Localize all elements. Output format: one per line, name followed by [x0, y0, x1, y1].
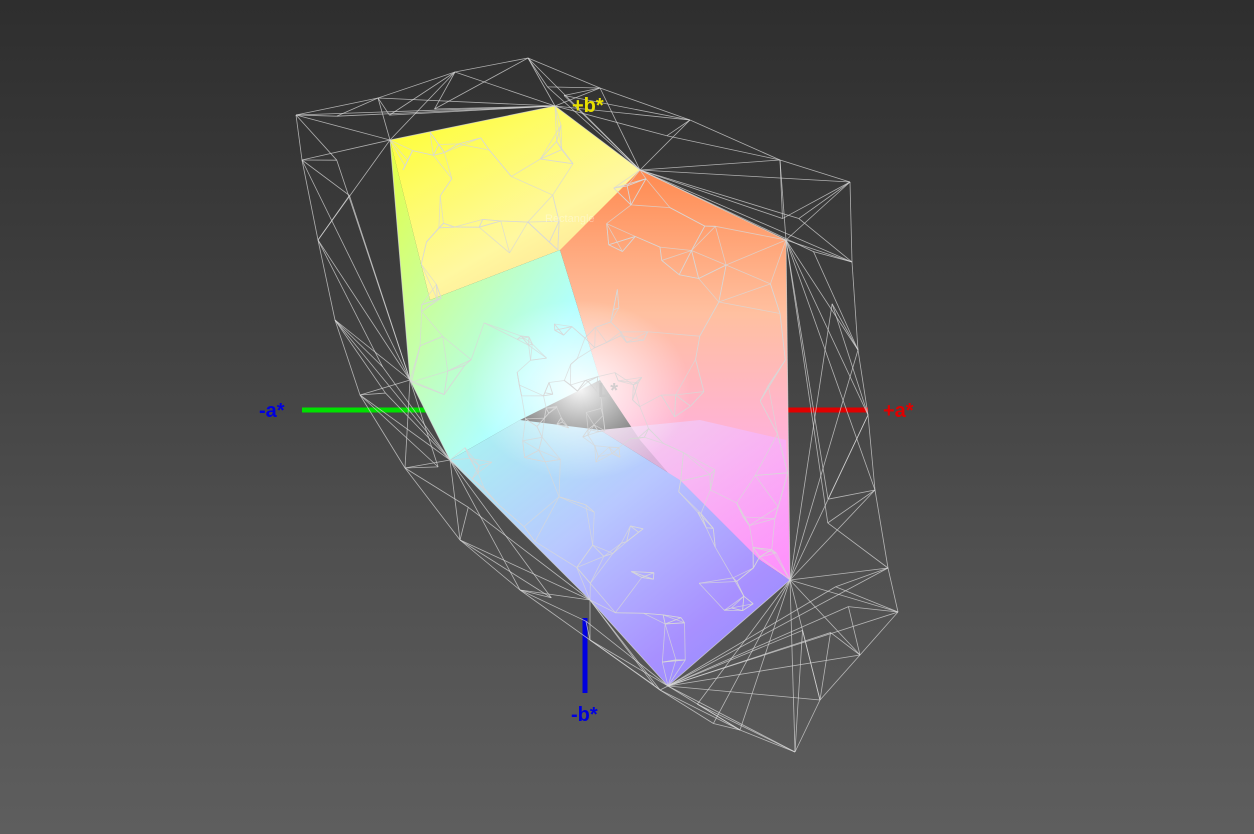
- l-axis-label: L*: [598, 380, 618, 402]
- neg-b-axis-label: -b*: [571, 704, 598, 726]
- ghost-rectangle-label: Rectangle: [545, 213, 595, 225]
- pos-a-axis-label: +a*: [883, 400, 914, 422]
- neg-a-axis-label: -a*: [259, 400, 285, 422]
- gamut-white-point-glow: [470, 300, 690, 480]
- gamut-3d-viewport[interactable]: Rectangle -a* +a* +b* -b* L*: [0, 0, 1254, 834]
- pos-b-axis-label: +b*: [572, 95, 604, 117]
